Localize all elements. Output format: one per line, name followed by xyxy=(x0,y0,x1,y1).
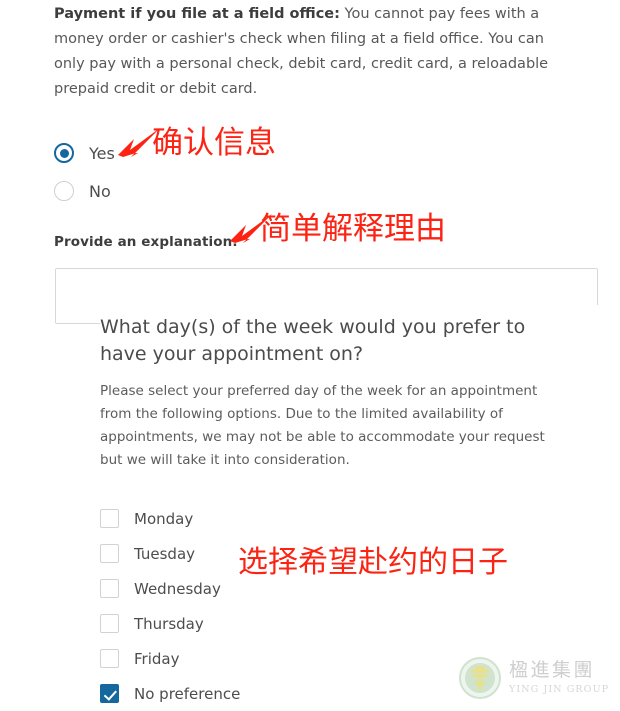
checkbox-option-monday-label: Monday xyxy=(134,509,194,528)
checkbox-option-wednesday-label: Wednesday xyxy=(134,579,221,598)
checkbox-option-monday[interactable]: Monday xyxy=(100,501,600,536)
explanation-label: Provide an explanation. xyxy=(54,234,238,250)
checkbox-unchecked-icon[interactable] xyxy=(100,544,119,563)
checkbox-unchecked-icon[interactable] xyxy=(100,509,119,528)
appointment-preference-panel: What day(s) of the week would you prefer… xyxy=(100,305,600,707)
annotation-choose-day: 选择希望赴约的日子 xyxy=(238,545,508,580)
radio-option-no-label: No xyxy=(89,181,111,201)
radio-selected-icon[interactable] xyxy=(54,143,74,163)
payment-notice-lead: Payment if you file at a field office: xyxy=(54,6,340,22)
checkbox-option-tuesday-label: Tuesday xyxy=(134,544,196,563)
checkbox-option-no-preference-label: No preference xyxy=(134,684,241,703)
watermark-chinese: 楹進集團 xyxy=(509,659,596,682)
watermark-text: 楹進集團 YING JIN GROUP xyxy=(509,661,609,695)
checkbox-option-friday-label: Friday xyxy=(134,649,180,668)
watermark: 楹進集團 YING JIN GROUP xyxy=(458,653,610,703)
checkbox-unchecked-icon[interactable] xyxy=(100,649,119,668)
radio-option-yes-label: Yes xyxy=(89,143,115,163)
radio-option-no[interactable]: No xyxy=(54,172,354,210)
appointment-question-description: Please select your preferred day of the … xyxy=(100,383,545,468)
appointment-question-title: What day(s) of the week would you prefer… xyxy=(100,316,526,365)
ying-jin-group-logo-icon xyxy=(459,657,501,699)
checkbox-option-thursday[interactable]: Thursday xyxy=(100,606,600,641)
checkbox-unchecked-icon[interactable] xyxy=(100,614,119,633)
checkbox-checked-icon[interactable] xyxy=(100,684,119,703)
checkbox-option-thursday-label: Thursday xyxy=(134,614,204,633)
annotation-confirm-info: 确认信息 xyxy=(152,125,276,161)
checkbox-unchecked-icon[interactable] xyxy=(100,579,119,598)
payment-notice-paragraph: Payment if you file at a field office: Y… xyxy=(54,2,570,102)
radio-unselected-icon[interactable] xyxy=(54,181,74,201)
annotation-brief-explanation: 简单解释理由 xyxy=(260,211,446,247)
watermark-english: YING JIN GROUP xyxy=(509,684,610,696)
